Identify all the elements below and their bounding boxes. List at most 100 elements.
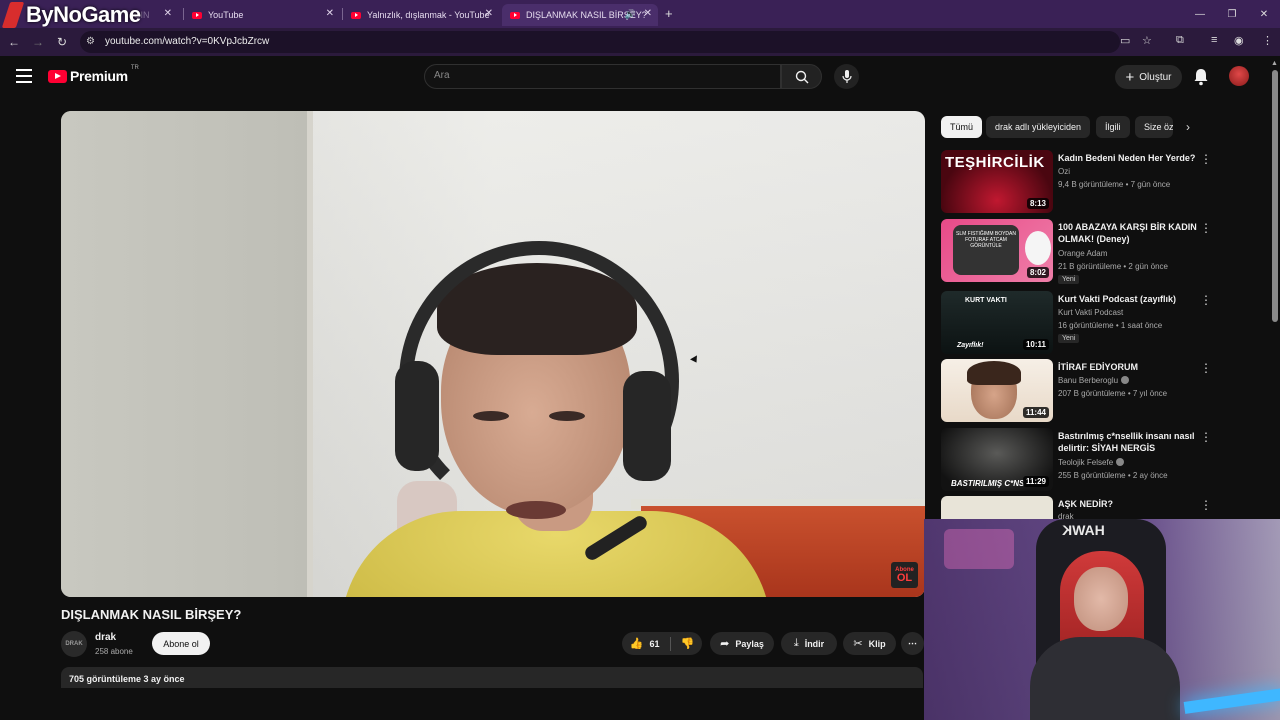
page-scrollbar[interactable] <box>1272 62 1278 322</box>
more-vertical-icon[interactable]: ⋮ <box>1200 430 1212 444</box>
reload-icon[interactable]: ↻ <box>54 34 70 50</box>
description-box[interactable]: 705 görüntüleme 3 ay önce <box>61 667 923 689</box>
more-vertical-icon[interactable]: ⋮ <box>1200 498 1211 512</box>
minimize-icon[interactable]: — <box>1184 0 1216 28</box>
forward-arrow-icon[interactable]: → <box>30 34 46 50</box>
webcam-background <box>944 529 1014 569</box>
video-thumbnail[interactable]: BASTIRILMIŞ C*NS 11:29 <box>941 428 1053 491</box>
download-button[interactable]: ⤓ İndir <box>781 632 837 655</box>
recommendation-title[interactable]: Kadın Bedeni Neden Her Yerde? <box>1058 152 1198 164</box>
video-thumbnail[interactable]: SLM FISTIĞIMM BOYDAN FOTURAF ATCAM GÖRÜN… <box>941 219 1053 282</box>
browser-tab-active[interactable]: DIŞLANMAK NASIL BİRŞEY? 🔊 ✕ <box>502 4 658 26</box>
voice-search-button[interactable] <box>834 64 859 89</box>
chip-related[interactable]: İlgili <box>1096 116 1130 138</box>
recommendation-item[interactable]: SLM FISTIĞIMM BOYDAN FOTURAF ATCAM GÖRÜN… <box>941 219 1212 284</box>
chip-from-uploader[interactable]: drak adlı yükleyiciden <box>986 116 1091 138</box>
extensions-icon[interactable]: ⧉ <box>1176 34 1184 47</box>
site-info-icon[interactable]: ⚙ <box>86 36 98 48</box>
search-input[interactable] <box>434 70 764 81</box>
recommendation-title[interactable]: AŞK NEDİR? <box>1058 498 1198 510</box>
address-bar[interactable]: ⚙ youtube.com/watch?v=0KVpJcbZrcw <box>80 31 1120 53</box>
more-vertical-icon[interactable]: ⋮ <box>1200 221 1212 235</box>
plus-icon: + <box>1125 68 1135 86</box>
duration-badge: 11:44 <box>1022 407 1049 418</box>
new-tab-button[interactable]: + <box>665 6 673 21</box>
video-thumbnail[interactable]: 11:44 <box>941 359 1053 422</box>
thumbs-up-icon[interactable]: 👍 <box>630 637 644 650</box>
recommendation-title[interactable]: 100 ABAZAYA KARŞI BİR KADIN OLMAK! (Dene… <box>1058 221 1198 245</box>
thumbnail-text: SLM FISTIĞIMM BOYDAN FOTURAF ATCAM GÖRÜN… <box>955 231 1016 249</box>
thumbnail-text: TEŞHİRCİLİK <box>945 154 1045 171</box>
clip-button[interactable]: ✂ Klip <box>843 632 896 655</box>
chip-all[interactable]: Tümü <box>941 116 983 138</box>
recommendation-channel[interactable]: Orange Adam <box>1058 249 1107 258</box>
more-vertical-icon[interactable]: ⋮ <box>1200 361 1212 375</box>
like-count[interactable]: 61 <box>649 639 659 649</box>
cast-icon[interactable]: ▭ <box>1120 34 1130 47</box>
recommendation-item[interactable]: 11:44 İTİRAF EDİYORUM Banu Berberoglu 20… <box>941 359 1212 423</box>
share-button[interactable]: ➦ Paylaş <box>710 632 774 655</box>
restore-icon[interactable]: ❐ <box>1216 0 1248 28</box>
channel-name[interactable]: drak <box>95 632 116 643</box>
video-player[interactable]: Abone OL <box>61 111 925 597</box>
thumbnail-text: BASTIRILMIŞ C*NS <box>951 479 1025 488</box>
logo-region: TR <box>130 65 139 71</box>
channel-avatar[interactable]: DRAK <box>61 631 87 657</box>
recommendation-channel[interactable]: Kurt Vakti Podcast <box>1058 308 1123 317</box>
tab-close-icon[interactable]: ✕ <box>644 8 652 19</box>
recommendation-meta: 9,4 B görüntüleme • 7 gün önce <box>1058 180 1171 189</box>
bookmark-star-icon[interactable]: ☆ <box>1142 34 1152 47</box>
video-thumbnail[interactable]: TEŞHİRCİLİK 8:13 <box>941 150 1053 213</box>
video-thumbnail[interactable]: KURT VAKTI Zayıflık! 10:11 <box>941 291 1053 354</box>
notifications-bell-icon[interactable] <box>1193 68 1209 86</box>
duration-badge: 10:11 <box>1022 339 1049 350</box>
create-button[interactable]: + Oluştur <box>1115 65 1182 89</box>
hamburger-menu-icon[interactable] <box>16 69 32 83</box>
recommendation-channel[interactable]: Teolojik Felsefe <box>1058 458 1125 467</box>
browser-toolbar: ← → ↻ ⚙ youtube.com/watch?v=0KVpJcbZrcw … <box>0 28 1280 56</box>
user-avatar[interactable] <box>1229 66 1249 86</box>
browser-menu-icon[interactable]: ⋮ <box>1262 34 1273 47</box>
scrollbar-thumb[interactable] <box>1272 70 1278 322</box>
media-icon[interactable]: ≡ <box>1211 34 1217 46</box>
tab-close-icon[interactable]: ✕ <box>164 8 172 19</box>
recommendation-channel[interactable]: Ozi <box>1058 167 1070 176</box>
thumbnail-text: Zayıflık! <box>957 342 984 349</box>
browser-tab[interactable]: YouTube ✕ <box>184 4 340 26</box>
verified-check-icon <box>1121 376 1130 384</box>
speaker-icon[interactable]: 🔊 <box>625 9 636 20</box>
more-actions-button[interactable]: ⋯ <box>901 632 924 655</box>
youtube-premium-logo[interactable]: Premium TR <box>48 65 139 84</box>
more-vertical-icon[interactable]: ⋮ <box>1200 293 1212 307</box>
scissors-icon: ✂ <box>853 638 863 650</box>
video-thumbnail[interactable] <box>941 496 1053 520</box>
recommendation-item[interactable]: KURT VAKTI Zayıflık! 10:11 Kurt Vakti Po… <box>941 291 1212 355</box>
chevron-right-icon[interactable]: › <box>1186 120 1190 134</box>
profile-icon[interactable]: ◉ <box>1234 34 1244 47</box>
recommendation-item[interactable]: AŞK NEDİR? drak ⋮ <box>941 496 1211 520</box>
video-frame-content <box>395 361 439 471</box>
more-vertical-icon[interactable]: ⋮ <box>1200 152 1212 166</box>
subscribe-button[interactable]: Abone ol <box>152 632 210 655</box>
tab-title: Yalnızlık, dışlanmak - YouTube <box>367 10 490 20</box>
recommendation-title[interactable]: Kurt Vakti Podcast (zayıflık) <box>1058 293 1198 305</box>
recommendation-title[interactable]: Bastırılmış c*nsellik insanı nasıl delir… <box>1058 430 1198 454</box>
youtube-header: Premium TR + Oluştur <box>0 56 1280 100</box>
streamer-face <box>1074 567 1128 631</box>
channel-watermark[interactable]: Abone OL <box>891 562 918 588</box>
search-button[interactable] <box>781 64 822 89</box>
tab-close-icon[interactable]: ✕ <box>485 8 493 19</box>
close-window-icon[interactable]: ✕ <box>1248 0 1280 28</box>
browser-tab[interactable]: Yalnızlık, dışlanmak - YouTube ✕ <box>343 4 499 26</box>
new-badge: Yeni <box>1058 334 1080 343</box>
video-title: DIŞLANMAK NASIL BİRŞEY? <box>61 607 242 622</box>
recommendation-item[interactable]: TEŞHİRCİLİK 8:13 Kadın Bedeni Neden Her … <box>941 150 1212 214</box>
recommendation-title[interactable]: İTİRAF EDİYORUM <box>1058 361 1198 373</box>
back-arrow-icon[interactable]: ← <box>6 34 22 50</box>
recommendation-item[interactable]: BASTIRILMIŞ C*NS 11:29 Bastırılmış c*nse… <box>941 428 1212 492</box>
thumbs-down-icon[interactable]: 👎 <box>681 637 695 650</box>
tab-close-icon[interactable]: ✕ <box>326 8 334 19</box>
recommendation-channel[interactable]: Banu Berberoglu <box>1058 376 1130 385</box>
search-icon <box>795 70 808 83</box>
chip-for-you[interactable]: Size öz <box>1135 116 1173 138</box>
